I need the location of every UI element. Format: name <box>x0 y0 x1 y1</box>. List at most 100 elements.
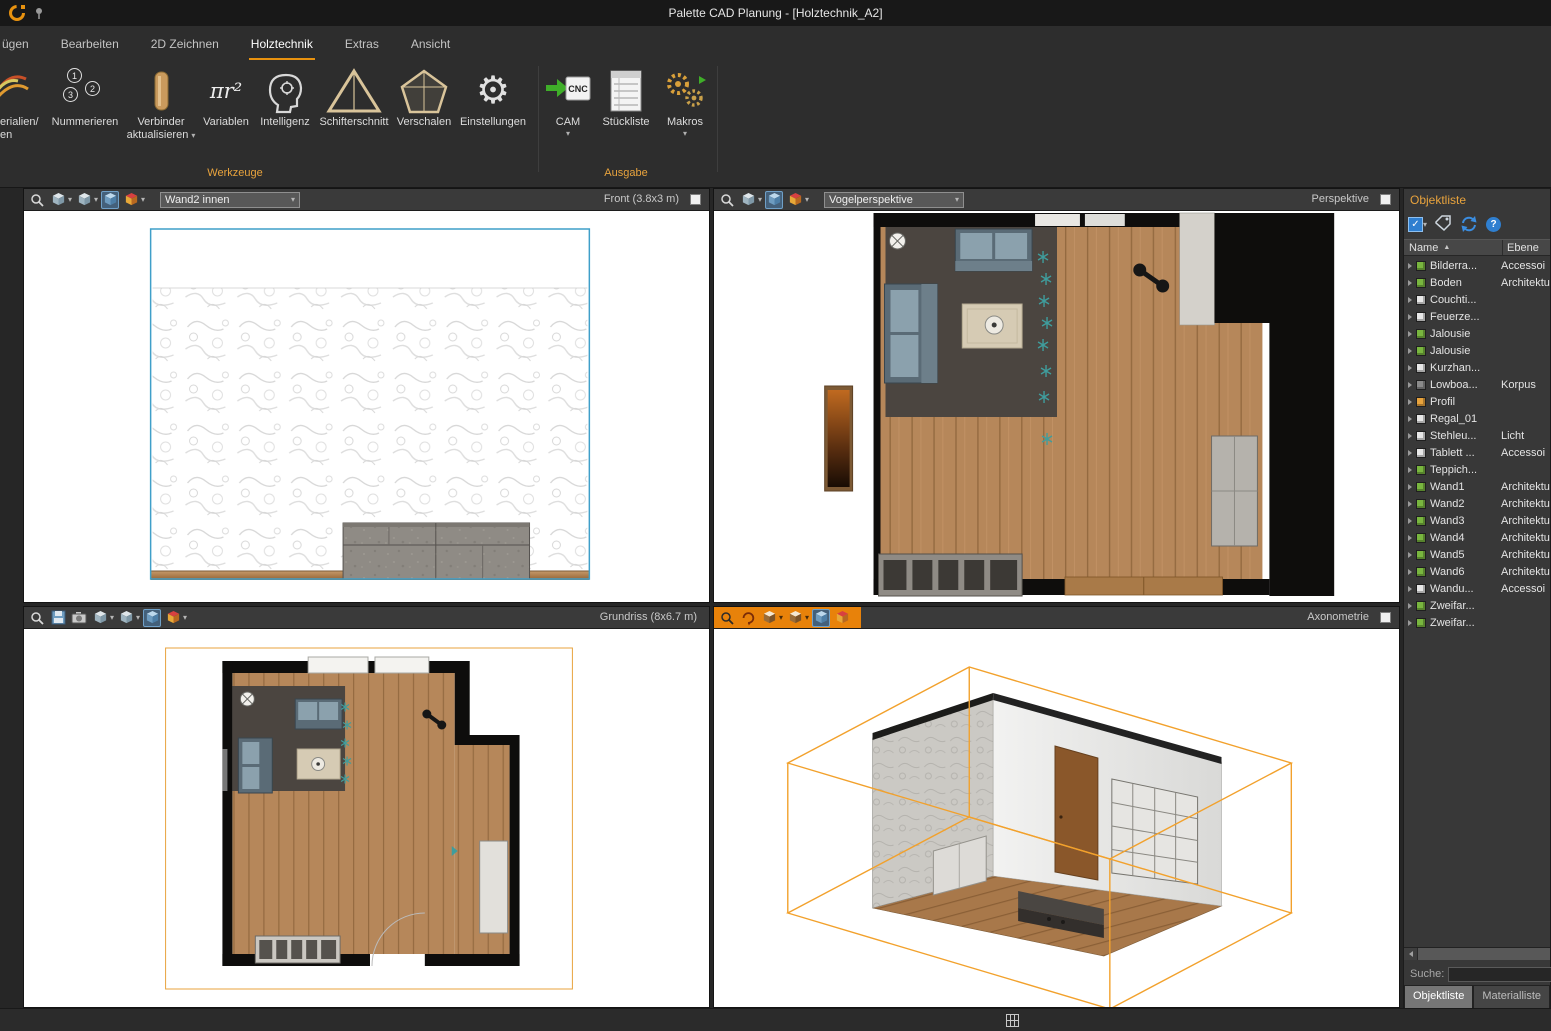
object-list-row[interactable]: Kurzhan... <box>1404 359 1550 376</box>
ribbon-button-schifterschnitt[interactable]: Schifterschnitt <box>315 64 393 164</box>
sofa-left[interactable] <box>885 284 938 383</box>
row-expander-icon[interactable] <box>1404 450 1416 456</box>
birdseye-view-drawing[interactable] <box>714 211 1399 602</box>
zoom-icon[interactable] <box>28 191 46 209</box>
sideboard-bottom[interactable] <box>255 936 340 963</box>
coffee-table[interactable] <box>297 749 340 779</box>
object-list-row[interactable]: Jalousie <box>1404 342 1550 359</box>
view-preset-icon[interactable] <box>739 191 757 209</box>
ribbon-button-nummerieren[interactable]: 1 3 2 Nummerieren <box>46 64 124 164</box>
material-colors-icon[interactable] <box>122 191 140 209</box>
perspektive-view-canvas[interactable] <box>714 211 1399 602</box>
wall-select-dropdown[interactable]: Wand2 innen▾ <box>160 192 300 208</box>
zoom-icon[interactable] <box>718 609 736 627</box>
view-preset-icon[interactable] <box>91 609 109 627</box>
coffee-table[interactable] <box>962 304 1022 348</box>
object-list-row[interactable]: Stehleu... Licht <box>1404 427 1550 444</box>
scroll-left-button[interactable] <box>1404 948 1417 960</box>
axonometrie-view-canvas[interactable] <box>714 629 1399 1007</box>
cube-shelf[interactable] <box>1112 779 1198 884</box>
material-colors-icon[interactable] <box>833 609 851 627</box>
sofa-top[interactable] <box>295 699 342 729</box>
help-icon[interactable]: ? <box>1486 217 1501 232</box>
row-expander-icon[interactable] <box>1404 331 1416 337</box>
object-list-row[interactable]: Zweifar... <box>1404 597 1550 614</box>
object-list-row[interactable]: Wand6 Architektu <box>1404 563 1550 580</box>
zoom-icon[interactable] <box>718 191 736 209</box>
ribbon-button-verbinder-aktualisieren[interactable]: Verbinder aktualisieren ▾ <box>126 64 196 164</box>
floorplan-drawing[interactable] <box>24 629 709 1007</box>
object-list-row[interactable]: Wand5 Architektu <box>1404 546 1550 563</box>
menu-tab-ansicht[interactable]: Ansicht <box>409 37 452 60</box>
object-list-row[interactable]: Feuerze... <box>1404 308 1550 325</box>
column-header-ebene[interactable]: Ebene <box>1503 242 1550 254</box>
row-expander-icon[interactable] <box>1404 518 1416 524</box>
view-preset-icon[interactable] <box>117 609 135 627</box>
viewport-checkbox[interactable] <box>690 194 701 205</box>
save-view-icon[interactable] <box>49 609 67 627</box>
row-expander-icon[interactable] <box>1404 603 1416 609</box>
menu-tab-2d-zeichnen[interactable]: 2D Zeichnen <box>149 37 221 60</box>
object-list-row[interactable]: Zweifar... <box>1404 614 1550 631</box>
tall-cabinet[interactable] <box>1212 436 1258 546</box>
object-list-row[interactable]: Tablett ... Accessoi <box>1404 444 1550 461</box>
axonometric-drawing[interactable] <box>714 629 1399 1007</box>
material-colors-icon[interactable] <box>164 609 182 627</box>
row-expander-icon[interactable] <box>1404 297 1416 303</box>
rotate-view-icon[interactable] <box>739 609 757 627</box>
door[interactable] <box>1055 746 1098 880</box>
front-view-drawing[interactable] <box>24 211 709 602</box>
row-expander-icon[interactable] <box>1404 552 1416 558</box>
ribbon-button-materialien[interactable]: erialien/ en <box>0 64 46 164</box>
ribbon-button-intelligenz[interactable]: Intelligenz <box>255 64 315 164</box>
ribbon-button-einstellungen[interactable]: ⚙ Einstellungen <box>455 64 531 164</box>
viewport-checkbox[interactable] <box>1380 612 1391 623</box>
object-list-row[interactable]: Wand3 Architektu <box>1404 512 1550 529</box>
ceiling-lamp-symbol[interactable] <box>889 233 905 249</box>
sideboard-bottom[interactable] <box>879 554 1023 596</box>
shaded-view-icon[interactable] <box>143 609 161 627</box>
object-list-row[interactable]: Couchti... <box>1404 291 1550 308</box>
row-expander-icon[interactable] <box>1404 348 1416 354</box>
lowboard-front[interactable] <box>343 523 529 579</box>
sofa-top[interactable] <box>955 229 1032 271</box>
object-list-row[interactable]: Jalousie <box>1404 325 1550 342</box>
perspective-select-dropdown[interactable]: Vogelperspektive▾ <box>824 192 964 208</box>
menu-tab-extras[interactable]: Extras <box>343 37 381 60</box>
ribbon-button-variablen[interactable]: πr² Variablen <box>197 64 255 164</box>
row-expander-icon[interactable] <box>1404 280 1416 286</box>
front-view-canvas[interactable] <box>24 211 709 602</box>
object-list-row[interactable]: Regal_01 <box>1404 410 1550 427</box>
row-expander-icon[interactable] <box>1404 569 1416 575</box>
search-input[interactable] <box>1448 967 1551 982</box>
object-list-row[interactable]: Profil <box>1404 393 1550 410</box>
shaded-view-icon[interactable] <box>812 609 830 627</box>
ribbon-button-verschalen[interactable]: Verschalen <box>393 64 455 164</box>
row-expander-icon[interactable] <box>1404 535 1416 541</box>
shaded-view-icon[interactable] <box>101 191 119 209</box>
door-leaf[interactable] <box>480 841 508 933</box>
grid-layout-icon[interactable] <box>1006 1014 1019 1027</box>
object-list-row[interactable]: Bilderra... Accessoi <box>1404 257 1550 274</box>
view-preset-icon[interactable] <box>49 191 67 209</box>
ribbon-button-cam[interactable]: CNC CAM ▾ <box>541 64 595 164</box>
view-preset-icon[interactable] <box>75 191 93 209</box>
door-bottom[interactable] <box>1065 577 1223 595</box>
row-expander-icon[interactable] <box>1404 433 1416 439</box>
tab-objektliste[interactable]: Objektliste <box>1404 985 1473 1009</box>
row-expander-icon[interactable] <box>1404 263 1416 269</box>
row-expander-icon[interactable] <box>1404 382 1416 388</box>
row-expander-icon[interactable] <box>1404 620 1416 626</box>
tab-materialliste[interactable]: Materialliste <box>1473 985 1550 1009</box>
menu-tab-bearbeiten[interactable]: Bearbeiten <box>59 37 121 60</box>
horizontal-scrollbar[interactable] <box>1404 947 1550 960</box>
wall-picture-plan[interactable] <box>222 749 227 791</box>
sofa-left[interactable] <box>238 738 272 793</box>
visibility-filter-button[interactable]: ✓ ▾ <box>1408 217 1427 232</box>
refresh-icon[interactable] <box>1459 215 1479 233</box>
scrollbar-thumb[interactable] <box>1417 948 1550 960</box>
row-expander-icon[interactable] <box>1404 484 1416 490</box>
object-list-row[interactable]: Lowboa... Korpus <box>1404 376 1550 393</box>
wall-picture[interactable] <box>825 386 853 491</box>
row-expander-icon[interactable] <box>1404 501 1416 507</box>
